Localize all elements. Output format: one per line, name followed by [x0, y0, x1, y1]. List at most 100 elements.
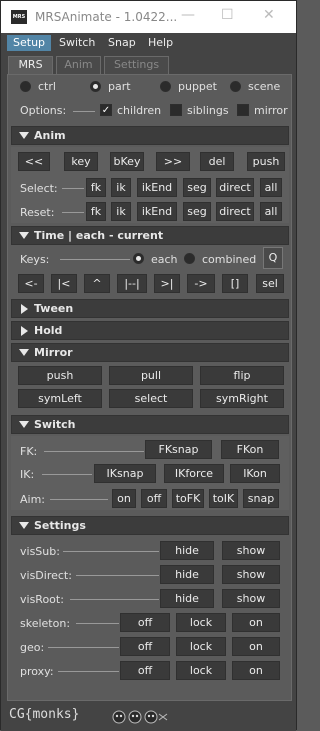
vis-sub-show-button[interactable]: show — [222, 541, 280, 560]
divider — [62, 188, 84, 189]
delete-key-button[interactable]: del — [200, 152, 234, 171]
fk-on-button[interactable]: FKon — [221, 440, 279, 459]
reset-ik-button[interactable]: ik — [111, 202, 131, 221]
skeleton-on-button[interactable]: on — [232, 613, 280, 632]
reset-seg-button[interactable]: seg — [183, 202, 211, 221]
ik-snap-button[interactable]: IKsnap — [94, 464, 156, 483]
sym-right-button[interactable]: symRight — [200, 389, 284, 408]
mirror-select-button[interactable]: select — [109, 389, 193, 408]
close-icon[interactable]: ✕ — [263, 7, 275, 23]
geo-off-button[interactable]: off — [120, 637, 170, 656]
radio-puppet[interactable] — [160, 81, 171, 92]
ik-on-button[interactable]: IKon — [230, 464, 280, 483]
select-ik-button[interactable]: ik — [111, 178, 131, 197]
tab-anim[interactable]: Anim — [56, 56, 101, 74]
radio-part[interactable] — [90, 81, 101, 92]
mirror-flip-button[interactable]: flip — [200, 366, 284, 385]
time-next-button[interactable]: -> — [187, 274, 215, 293]
menu-setup[interactable]: Setup — [7, 35, 52, 51]
aim-off-button[interactable]: off — [141, 489, 167, 508]
proxy-lock-button[interactable]: lock — [176, 661, 226, 680]
mirror-push-button[interactable]: push — [18, 366, 102, 385]
settings-section-header[interactable]: Settings — [11, 516, 289, 535]
aim-on-button[interactable]: on — [112, 489, 136, 508]
menu-switch[interactable]: Switch — [53, 35, 101, 51]
select-all-button[interactable]: all — [260, 178, 282, 197]
anim-section-title: Anim — [34, 129, 66, 142]
ik-force-button[interactable]: IKforce — [164, 464, 224, 483]
mirror-section-header[interactable]: Mirror — [11, 343, 289, 362]
menu-snap[interactable]: Snap — [102, 35, 142, 51]
divider — [50, 499, 108, 500]
reset-direct-button[interactable]: direct — [216, 202, 254, 221]
bkey-button[interactable]: bKey — [110, 152, 144, 171]
prev-key-button[interactable]: << — [18, 152, 50, 171]
divider — [42, 474, 92, 475]
select-fk-button[interactable]: fk — [86, 178, 106, 197]
keys-label: Keys: — [20, 253, 50, 266]
select-direct-button[interactable]: direct — [216, 178, 254, 197]
select-label: Select: — [20, 182, 58, 195]
anim-section-header[interactable]: Anim — [11, 126, 289, 145]
vis-direct-hide-button[interactable]: hide — [160, 565, 214, 584]
time-start-button[interactable]: |< — [51, 274, 77, 293]
select-seg-button[interactable]: seg — [183, 178, 211, 197]
time-section-header[interactable]: Time | each - current — [11, 226, 289, 245]
q-button[interactable]: Q — [263, 247, 283, 269]
time-up-button[interactable]: ^ — [84, 274, 110, 293]
vis-direct-show-button[interactable]: show — [222, 565, 280, 584]
radio-combined[interactable] — [184, 253, 195, 264]
push-button[interactable]: push — [247, 152, 285, 171]
cgmonks-logo: CG{monks} — [9, 707, 80, 722]
switch-section-header[interactable]: Switch — [11, 415, 289, 434]
time-range-button[interactable]: |--| — [117, 274, 147, 293]
divider — [76, 623, 119, 624]
radio-each[interactable] — [133, 253, 144, 264]
time-sel-button[interactable]: sel — [256, 274, 284, 293]
proxy-on-button[interactable]: on — [232, 661, 280, 680]
skeleton-lock-button[interactable]: lock — [176, 613, 226, 632]
next-key-button[interactable]: >> — [156, 152, 190, 171]
vis-sub-hide-button[interactable]: hide — [160, 541, 214, 560]
children-checkbox[interactable]: ✓ — [100, 104, 112, 116]
radio-scene[interactable] — [230, 81, 241, 92]
divider — [73, 111, 95, 112]
vis-root-show-button[interactable]: show — [222, 589, 280, 608]
tab-settings[interactable]: Settings — [104, 56, 169, 74]
skeleton-off-button[interactable]: off — [120, 613, 170, 632]
sym-left-button[interactable]: symLeft — [18, 389, 102, 408]
maximize-icon[interactable]: ☐ — [221, 7, 234, 23]
monks-mascot-icon — [112, 710, 168, 724]
mirror-checkbox[interactable] — [237, 104, 249, 116]
aim-to-ik-button[interactable]: toIK — [209, 489, 238, 508]
title-bar: MRS MRSAnimate - 1.0422... — ☐ ✕ — [1, 1, 296, 33]
key-button[interactable]: key — [64, 152, 98, 171]
tween-section-header[interactable]: Tween — [11, 299, 289, 318]
fk-snap-button[interactable]: FKsnap — [145, 440, 212, 459]
fk-label: FK: — [20, 445, 38, 458]
menu-help[interactable]: Help — [142, 35, 179, 51]
geo-on-button[interactable]: on — [232, 637, 280, 656]
reset-all-button[interactable]: all — [260, 202, 282, 221]
minimize-icon[interactable]: — — [181, 7, 195, 23]
aim-snap-button[interactable]: snap — [243, 489, 279, 508]
vis-root-label: visRoot: — [20, 593, 64, 606]
time-end-button[interactable]: >| — [154, 274, 180, 293]
reset-fk-button[interactable]: fk — [86, 202, 106, 221]
proxy-off-button[interactable]: off — [120, 661, 170, 680]
time-bracket-button[interactable]: [] — [222, 274, 248, 293]
radio-combined-label: combined — [202, 253, 257, 266]
radio-ctrl[interactable] — [20, 81, 31, 92]
mirror-section-title: Mirror — [34, 346, 73, 359]
vis-root-hide-button[interactable]: hide — [160, 589, 214, 608]
select-ikend-button[interactable]: ikEnd — [137, 178, 177, 197]
geo-lock-button[interactable]: lock — [176, 637, 226, 656]
hold-section-header[interactable]: Hold — [11, 321, 289, 340]
mirror-label: mirror — [254, 104, 288, 117]
aim-to-fk-button[interactable]: toFK — [172, 489, 204, 508]
time-prev-button[interactable]: <- — [18, 274, 44, 293]
reset-ikend-button[interactable]: ikEnd — [137, 202, 177, 221]
mirror-pull-button[interactable]: pull — [109, 366, 193, 385]
siblings-checkbox[interactable] — [170, 104, 182, 116]
tab-mrs[interactable]: MRS — [8, 56, 53, 74]
